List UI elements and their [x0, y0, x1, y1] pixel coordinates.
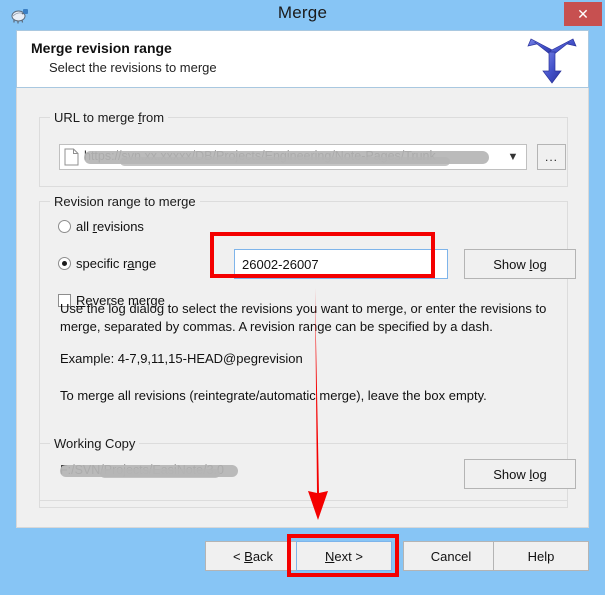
show-log-button-revisions[interactable]: Show log — [464, 249, 576, 279]
show-log-button-working-copy-label: Show log — [493, 466, 547, 482]
wizard-header: Merge revision range Select the revision… — [16, 30, 589, 88]
close-button[interactable]: ✕ — [564, 2, 602, 26]
revision-range-input[interactable] — [234, 249, 448, 279]
page-subtitle: Select the revisions to merge — [49, 60, 217, 75]
description-line-1: Use the log dialog to select the revisio… — [60, 301, 547, 334]
titlebar: Merge ✕ — [0, 0, 605, 30]
working-copy-group-label: Working Copy — [50, 436, 140, 451]
help-button[interactable]: Help — [493, 541, 589, 571]
url-group-label: URL to merge from — [50, 110, 169, 125]
chevron-down-icon[interactable]: ▼ — [502, 145, 524, 169]
working-copy-redaction-overlay-2 — [100, 469, 220, 478]
radio-specific-range-label: specific range — [76, 256, 157, 271]
radio-all-revisions-indicator — [58, 220, 71, 233]
page-title: Merge revision range — [31, 40, 172, 56]
url-group-label-accel: f — [138, 110, 142, 125]
back-button[interactable]: < Back — [205, 541, 301, 571]
radio-all-revisions-label: all revisions — [76, 219, 144, 234]
revision-group-label: Revision range to merge — [50, 194, 200, 209]
working-copy-group: Working Copy F:/SVN/Projects/EasiNote/3.… — [39, 436, 576, 501]
description-line-3: To merge all revisions (reintegrate/auto… — [60, 388, 487, 403]
next-button[interactable]: Next > — [296, 541, 392, 571]
file-icon — [64, 148, 79, 166]
merge-dialog-window: Merge ✕ Merge revision range Select the … — [0, 0, 605, 595]
radio-all-revisions[interactable]: all revisions — [58, 219, 144, 234]
url-redaction-overlay-2 — [120, 157, 450, 166]
dialog-footer: < Back Next > Cancel Help — [0, 528, 605, 595]
url-combobox[interactable]: https://svn.xx.xxxxx/DB/Projects/Enginee… — [59, 144, 527, 170]
back-button-label: < Back — [232, 548, 274, 564]
browse-button[interactable]: ... — [537, 144, 566, 170]
window-title: Merge — [277, 3, 328, 22]
description-line-2: Example: 4-7,9,11,15-HEAD@pegrevision — [60, 351, 303, 366]
merge-arrow-logo-icon — [524, 33, 580, 87]
show-log-button-revisions-label: Show log — [493, 256, 547, 272]
show-log-button-working-copy[interactable]: Show log — [464, 459, 576, 489]
radio-specific-range[interactable]: specific range — [58, 256, 156, 271]
wizard-content-panel: URL to merge from https://svn.xx.xxxxx/D… — [16, 88, 589, 528]
next-button-label: Next > — [325, 548, 363, 564]
radio-specific-range-indicator — [58, 257, 71, 270]
cancel-button[interactable]: Cancel — [403, 541, 499, 571]
url-group: URL to merge from https://svn.xx.xxxxx/D… — [39, 110, 568, 187]
